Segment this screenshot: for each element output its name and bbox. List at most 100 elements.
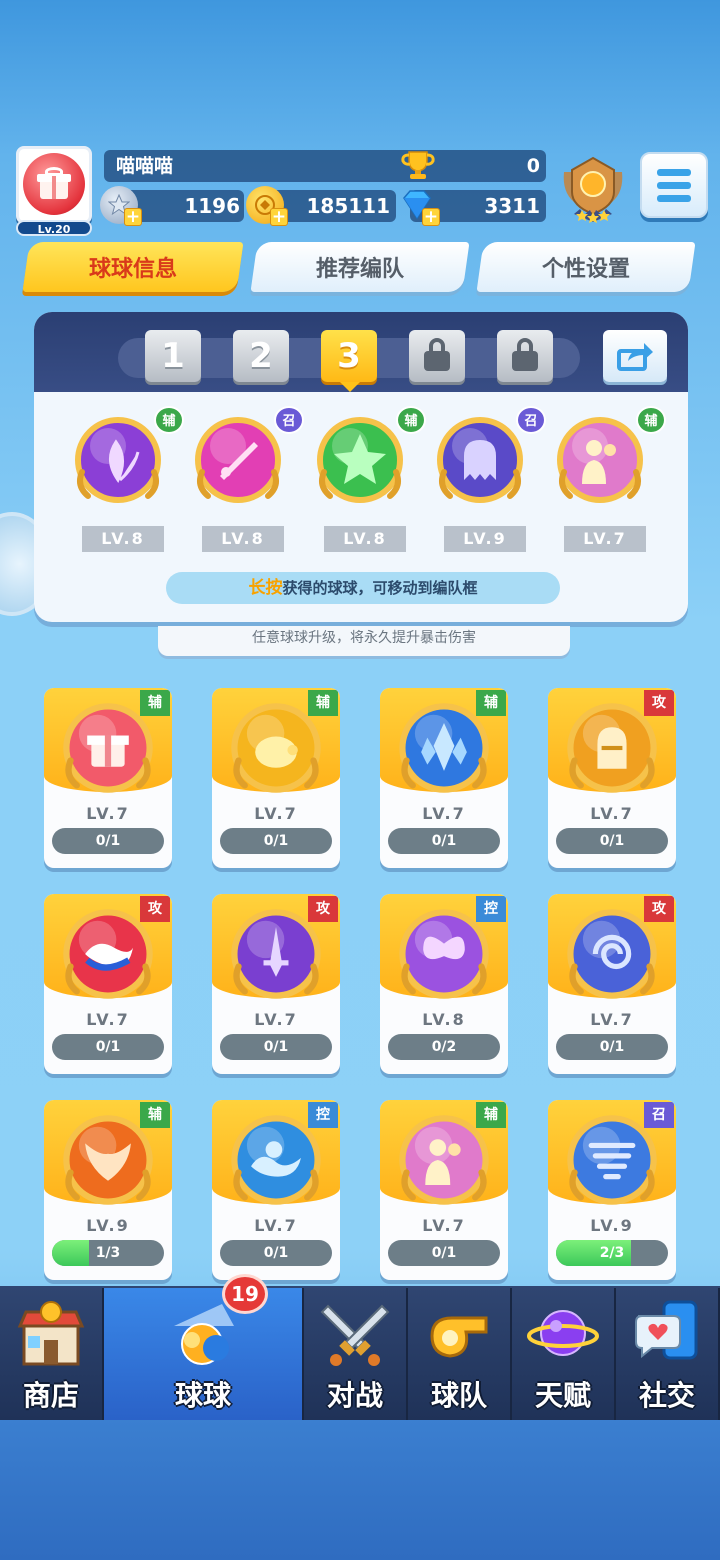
ball-card[interactable]: 辅 LV.7 0/1 (380, 1100, 508, 1280)
team-slot-1[interactable]: 1 (145, 330, 201, 382)
ball-level: LV.7 (86, 804, 130, 823)
tornado-icon (560, 1108, 664, 1212)
piggy-bank-icon (224, 696, 328, 800)
add-coins-icon[interactable]: + (270, 208, 288, 226)
ball-level: LV.7 (254, 1216, 298, 1235)
tab-personal-settings[interactable]: 个性设置 (476, 242, 696, 292)
player-avatar[interactable] (16, 146, 92, 224)
sword-icon (195, 417, 281, 503)
tab-ball-info[interactable]: 球球信息 (22, 242, 244, 292)
ball-progress-text: 0/1 (263, 1039, 289, 1055)
ball-progress-text: 2/3 (599, 1245, 625, 1261)
team-ball-1[interactable] (68, 410, 168, 510)
butterfly-icon (392, 902, 496, 1006)
nav-label: 社交 (638, 1379, 695, 1412)
nav-label: 球队 (430, 1379, 487, 1412)
nav-chat-phone[interactable]: 社交 (616, 1288, 720, 1420)
ball-progress-text: 0/1 (431, 833, 457, 849)
silhouette-icon (392, 1108, 496, 1212)
nav-planet[interactable]: 天赋 (512, 1288, 616, 1420)
team-slot-5-locked[interactable] (497, 330, 553, 382)
gems-value: 3311 (484, 194, 540, 218)
ball-level: LV.7 (590, 804, 634, 823)
ball-progress-text: 0/1 (95, 1039, 121, 1055)
add-gems-icon[interactable]: + (422, 208, 440, 226)
ball-card[interactable]: 辅 LV.9 1/3 (44, 1100, 172, 1280)
ball-card[interactable]: 攻 LV.7 0/1 (548, 894, 676, 1074)
gold-coin-icon[interactable]: + (246, 186, 288, 226)
ball-upgrade-progress: 1/3 (52, 1240, 164, 1266)
team-ball-level: LV.8 (202, 526, 284, 552)
team-ball-role-tag: 辅 (636, 406, 666, 434)
vortex-icon (560, 902, 664, 1006)
coins-value: 185111 (306, 194, 391, 218)
ball-card[interactable]: 攻 LV.7 0/1 (548, 688, 676, 868)
ball-upgrade-progress: 0/1 (388, 1240, 500, 1266)
team-ball-4[interactable] (430, 410, 530, 510)
share-button[interactable] (603, 330, 667, 382)
ball-level: LV.9 (86, 1216, 130, 1235)
team-ball-role-tag: 辅 (154, 406, 184, 434)
team-slot-4-locked[interactable] (409, 330, 465, 382)
ball-card[interactable]: 攻 LV.7 0/1 (44, 894, 172, 1074)
ball-progress-text: 0/1 (95, 833, 121, 849)
team-ball-5[interactable] (550, 410, 650, 510)
gem-icon[interactable]: + (398, 186, 440, 226)
ball-level: LV.7 (590, 1010, 634, 1029)
ball-card[interactable]: 控 LV.8 0/2 (380, 894, 508, 1074)
nav-balls[interactable]: 球球 (104, 1288, 304, 1420)
ball-level: LV.7 (254, 804, 298, 823)
team-ball-2[interactable] (188, 410, 288, 510)
star-coin-icon[interactable]: + (100, 186, 142, 226)
crossed-swords-icon (318, 1296, 392, 1370)
ball-progress-text: 0/2 (431, 1039, 457, 1055)
ball-upgrade-progress: 0/1 (220, 828, 332, 854)
ball-card[interactable]: 攻 LV.7 0/1 (212, 894, 340, 1074)
knight-helmet-icon (560, 696, 664, 800)
team-ball-level: LV.7 (564, 526, 646, 552)
ball-progress-text: 0/1 (599, 833, 625, 849)
nav-crossed-swords[interactable]: 对战 (304, 1288, 408, 1420)
nav-label: 球球 (174, 1379, 231, 1412)
share-icon (617, 343, 653, 371)
rank-badge-icon[interactable] (560, 154, 626, 224)
team-ball-level: LV.9 (444, 526, 526, 552)
ghost-icon (437, 417, 523, 503)
menu-icon (657, 168, 691, 176)
ball-level: LV.8 (422, 1010, 466, 1029)
team-ball-role-tag: 召 (274, 406, 304, 434)
ball-progress-text: 0/1 (599, 1039, 625, 1055)
ball-upgrade-progress: 0/1 (220, 1034, 332, 1060)
whistle-icon (422, 1296, 496, 1370)
team-ball-3[interactable] (310, 410, 410, 510)
ball-card[interactable]: 控 LV.7 0/1 (212, 1100, 340, 1280)
ball-card[interactable]: 辅 LV.7 0/1 (44, 688, 172, 868)
ball-card[interactable]: 辅 LV.7 0/1 (380, 688, 508, 868)
team-slot-3[interactable]: 3 (321, 330, 377, 382)
team-slot-2[interactable]: 2 (233, 330, 289, 382)
ball-card[interactable]: 召 LV.9 2/3 (548, 1100, 676, 1280)
add-stars-icon[interactable]: + (124, 208, 142, 226)
team-ball-level: LV.8 (324, 526, 406, 552)
tab-recommended-team[interactable]: 推荐编队 (250, 242, 470, 292)
footer-background (0, 1420, 720, 1560)
ball-upgrade-progress: 0/1 (52, 828, 164, 854)
nav-label: 天赋 (534, 1379, 591, 1412)
team-ball-role-tag: 辅 (396, 406, 426, 434)
chat-phone-icon (630, 1296, 704, 1370)
team-ball-level: LV.8 (82, 526, 164, 552)
nav-shop[interactable]: 商店 (0, 1288, 104, 1420)
nav-whistle[interactable]: 球队 (408, 1288, 512, 1420)
ball-level: LV.7 (422, 804, 466, 823)
wave-icon (224, 1108, 328, 1212)
gift-icon (23, 153, 85, 215)
ball-progress-text: 0/1 (431, 1245, 457, 1261)
ball-progress-text: 0/1 (263, 1245, 289, 1261)
planet-icon (526, 1296, 600, 1370)
ball-card[interactable]: 辅 LV.7 0/1 (212, 688, 340, 868)
ball-upgrade-progress: 0/1 (556, 1034, 668, 1060)
selected-slot-pointer (340, 382, 360, 392)
main-menu-button[interactable] (640, 152, 708, 218)
taiji-icon (56, 902, 160, 1006)
ball-progress-text: 1/3 (95, 1245, 121, 1261)
